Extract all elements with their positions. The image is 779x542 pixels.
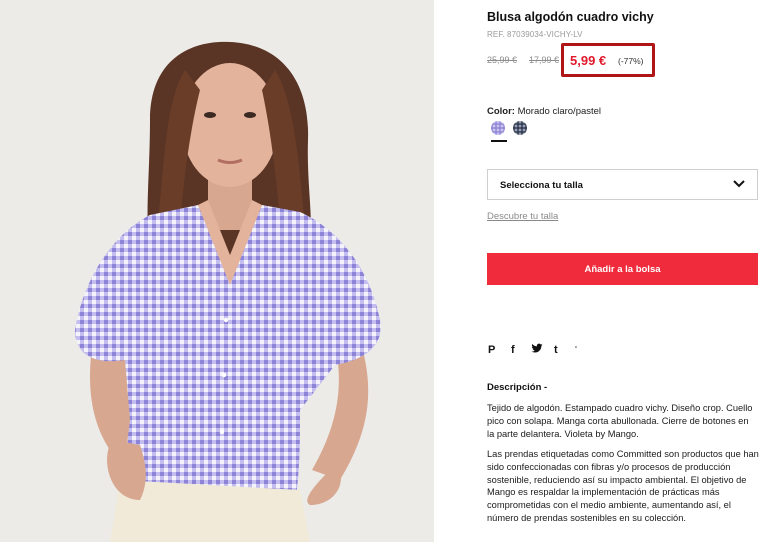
product-title: Blusa algodón cuadro vichy	[487, 10, 654, 24]
description-text: Tejido de algodón. Estampado cuadro vich…	[487, 403, 753, 439]
product-info-panel: Blusa algodón cuadro vichy REF. 87039034…	[487, 0, 759, 542]
product-reference: REF. 87039034-VICHY-LV	[487, 30, 583, 39]
color-label: Color: Morado claro/pastel	[487, 106, 601, 117]
description-heading[interactable]: Descripción -	[487, 382, 547, 393]
tumblr-icon[interactable]: t	[554, 343, 558, 357]
original-price: 25,99 €	[487, 55, 518, 65]
add-to-bag-button[interactable]: Añadir a la bolsa	[487, 253, 758, 285]
twitter-bird-icon	[531, 343, 543, 353]
twitter-icon[interactable]	[531, 343, 543, 359]
size-select-label: Selecciona tu talla	[500, 180, 583, 191]
size-guide-link[interactable]: Descubre tu talla	[487, 211, 558, 222]
size-select[interactable]: Selecciona tu talla	[487, 169, 758, 200]
current-price-highlight: 5,99 € (-77%)	[561, 43, 655, 77]
previous-price: 17,99 €	[529, 55, 560, 65]
product-image[interactable]	[0, 0, 434, 542]
selected-swatch-indicator	[491, 140, 507, 142]
pinterest-icon[interactable]: P	[488, 343, 495, 357]
chevron-down-icon	[733, 180, 745, 188]
color-value: Morado claro/pastel	[517, 106, 602, 117]
current-price: 5,99 €	[570, 53, 607, 68]
model-illustration	[0, 0, 434, 542]
facebook-icon[interactable]: f	[511, 343, 515, 357]
color-swatch-lilac[interactable]	[491, 121, 505, 135]
color-swatch-dark[interactable]	[513, 121, 527, 135]
more-share-icon[interactable]: '	[575, 343, 577, 357]
color-label-key: Color:	[487, 106, 515, 117]
discount-badge: (-77%)	[618, 56, 644, 66]
sustainability-text: Las prendas etiquetadas como Committed s…	[487, 449, 759, 523]
